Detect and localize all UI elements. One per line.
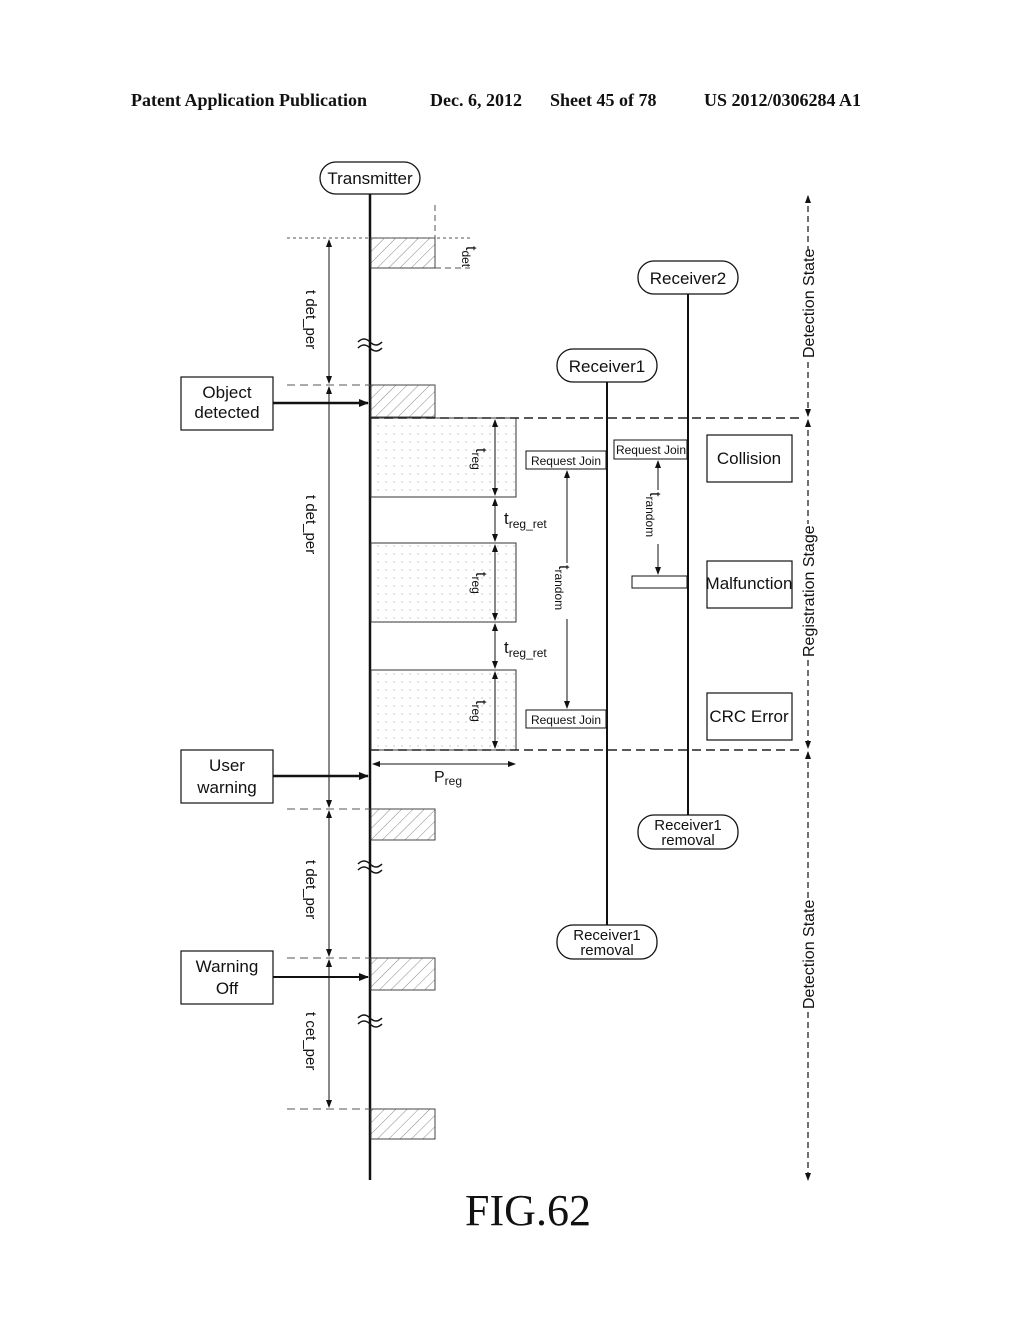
svg-text:warning: warning — [196, 778, 257, 797]
t-det-per-label-2: t det_per — [302, 495, 319, 554]
t-reg-ret-label-1: treg_ret — [504, 509, 547, 531]
figure-label: FIG.62 — [465, 1186, 591, 1235]
svg-text:Malfunction: Malfunction — [706, 574, 793, 593]
t-det-dimension: tdet — [459, 246, 479, 268]
p-reg-label: Preg — [434, 769, 462, 788]
sequence-diagram: Transmitter tdet t det_per t det_per t d… — [180, 161, 818, 1235]
svg-text:Object: Object — [202, 383, 251, 402]
svg-text:Request Join: Request Join — [531, 454, 601, 468]
svg-text:CRC Error: CRC Error — [709, 707, 789, 726]
event-warning-off: Warning Off — [180, 950, 369, 1005]
transmitter-label: Transmitter — [327, 169, 413, 188]
request-join-r1-bottom: Request Join — [525, 709, 607, 729]
request-join-r2: Request Join — [613, 439, 688, 460]
svg-text:Off: Off — [216, 979, 239, 998]
svg-text:Receiver2: Receiver2 — [650, 269, 727, 288]
svg-text:Receiver1: Receiver1 — [569, 357, 646, 376]
request-join-r1-top: Request Join — [525, 450, 607, 470]
t-reg-ret-label-2: treg_ret — [504, 638, 547, 660]
error-collision: Collision — [706, 434, 793, 483]
error-crc: CRC Error — [706, 692, 793, 741]
registration-pulses — [370, 417, 517, 751]
stage-registration: Registration Stage — [801, 525, 818, 657]
svg-text:Request Join: Request Join — [616, 443, 686, 457]
receiver2-lifeline: Receiver2 Receiver1 removal — [637, 260, 739, 850]
t-cet-per-label: t cet_per — [302, 1012, 319, 1070]
svg-text:Collision: Collision — [717, 449, 781, 468]
svg-text:removal: removal — [661, 832, 714, 849]
stage-detection-top: Detection State — [801, 249, 818, 359]
svg-text:Warning: Warning — [196, 957, 259, 976]
error-malfunction: Malfunction — [706, 560, 793, 609]
t-det-per-label-1: t det_per — [302, 290, 319, 349]
event-user-warning: User warning — [180, 749, 369, 804]
svg-text:Request Join: Request Join — [531, 713, 601, 727]
svg-text:User: User — [209, 756, 245, 775]
svg-text:removal: removal — [580, 942, 633, 959]
stage-detection-bottom: Detection State — [801, 900, 818, 1010]
malfunction-message-block — [631, 575, 688, 589]
t-det-label: tdet — [459, 246, 479, 268]
t-det-per-label-3: t det_per — [302, 860, 319, 919]
svg-text:detected: detected — [194, 403, 259, 422]
